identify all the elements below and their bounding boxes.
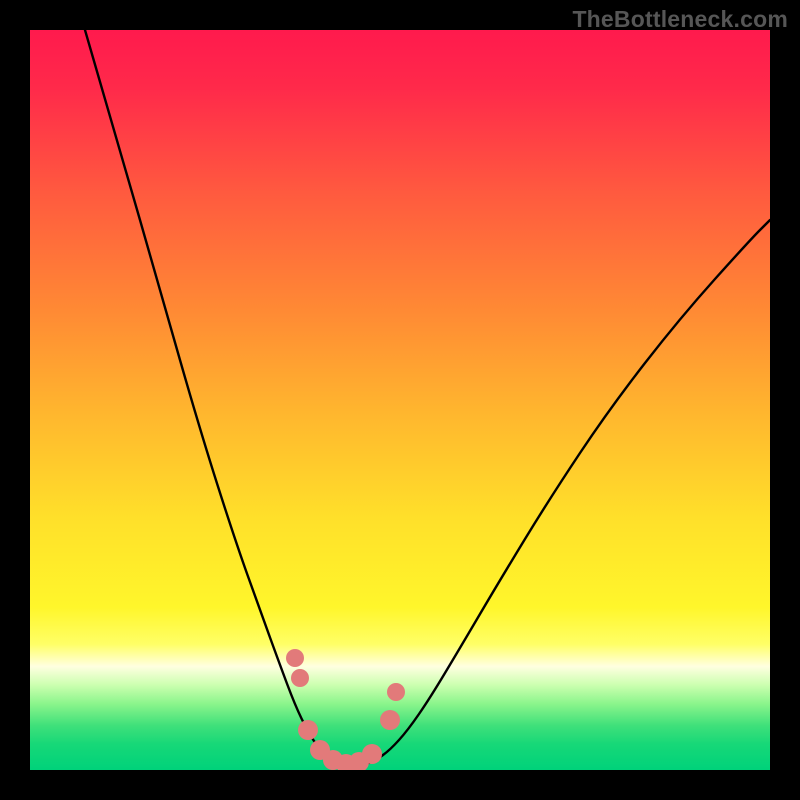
bottleneck-curve <box>85 30 770 767</box>
data-marker <box>291 669 309 687</box>
watermark-text: TheBottleneck.com <box>572 6 788 33</box>
data-marker <box>387 683 405 701</box>
chart-svg <box>30 30 770 770</box>
chart-frame <box>30 30 770 770</box>
data-marker <box>362 744 382 764</box>
data-marker <box>298 720 318 740</box>
data-marker <box>286 649 304 667</box>
data-marker <box>380 710 400 730</box>
